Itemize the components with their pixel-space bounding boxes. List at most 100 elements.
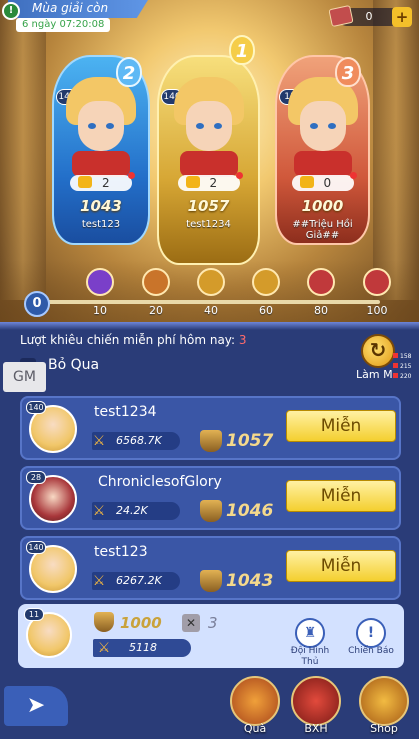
free-challenge-button[interactable]: Miễn	[286, 550, 396, 582]
card-icon	[197, 268, 225, 296]
season-timer: 6 ngày 07:20:08	[16, 18, 111, 32]
milestone-label: 20	[149, 304, 163, 317]
defense-lineup-label: Đội Hình Thủ	[290, 646, 330, 667]
swords-icon: ⚔	[99, 640, 110, 656]
podium-card-rank-1[interactable]: 140 2 1057 test1234	[157, 55, 260, 265]
trophy-score: 1043	[226, 571, 274, 591]
player-name: ##Triệu Hồi Giả##	[292, 219, 353, 241]
like-button[interactable]: 2	[70, 172, 135, 191]
level-badge: 140	[26, 401, 46, 414]
player-name: test1234	[186, 219, 231, 230]
refresh-label: Làm M	[356, 368, 393, 381]
opponent-row: 28 ChroniclesofGlory ⚔ 24.2K 1046 Miễn	[20, 466, 401, 530]
rank-3-badge: 3	[335, 57, 361, 87]
like-count: 2	[209, 176, 218, 190]
trophy-score: 1046	[226, 501, 274, 521]
gm-button[interactable]: GM	[3, 362, 46, 392]
opponent-name: test123	[94, 544, 148, 560]
milestone-reward[interactable]: 10	[80, 268, 120, 317]
free-challenges-count: 3	[238, 333, 247, 347]
card-icon	[252, 268, 280, 296]
season-title: Mùa giải còn	[32, 1, 109, 15]
pillar-left	[0, 0, 46, 300]
milestone-label: 10	[93, 304, 107, 317]
level-badge: 28	[26, 471, 46, 484]
gift-label: Quà	[243, 722, 267, 735]
like-count: 0	[323, 176, 332, 190]
free-challenges-label: Lượt khiêu chiến miễn phí hôm nay:	[20, 333, 236, 347]
like-button[interactable]: 2	[177, 172, 243, 191]
tower-icon: ♜	[295, 618, 325, 648]
battle-report-label: Chiến Báo	[348, 646, 394, 656]
report-icon: !	[356, 618, 386, 648]
milestone-reward[interactable]: 20	[136, 268, 176, 317]
swords-icon: ⚔	[94, 503, 105, 519]
battle-report-button[interactable]: ! Chiến Báo	[343, 618, 399, 657]
milestone-label: 80	[314, 304, 328, 317]
player-name: test123	[81, 219, 121, 230]
combat-power: ⚔ 5118	[93, 639, 191, 657]
trophy-score: 1057	[226, 431, 274, 451]
trophy-score: 1000	[301, 197, 344, 215]
milestone-label: 60	[259, 304, 273, 317]
like-button[interactable]: 0	[291, 172, 357, 191]
stat-value: 158	[393, 352, 417, 362]
free-challenge-button[interactable]: Miễn	[286, 480, 396, 512]
notification-dot	[235, 172, 243, 179]
my-arena-info: 11 1000 ✕ 3 ⚔ 5118 ♜ Đội Hình Thủ ! Chiến B…	[18, 604, 404, 668]
defense-lineup-button[interactable]: ♜ Đội Hình Thủ	[282, 618, 338, 668]
trophy-score: 1057	[187, 197, 230, 215]
notification-dot	[349, 172, 357, 179]
scroll-icon	[86, 268, 114, 296]
stat-value: 215	[393, 362, 417, 372]
milestone-label: 40	[204, 304, 218, 317]
trophy-score: 1043	[80, 197, 122, 215]
shop-chest-icon	[359, 676, 409, 726]
opponent-row: 140 test123 ⚔ 6267.2K 1043 Miễn	[20, 536, 401, 600]
shop-label: Shop	[370, 722, 398, 735]
thumbs-up-icon	[78, 176, 92, 188]
combat-power-value: 6568.7K	[116, 434, 162, 447]
refresh-icon[interactable]: ↻	[361, 334, 395, 368]
notification-dot	[128, 172, 135, 179]
trophy-icon	[200, 570, 222, 592]
ranking-button[interactable]: BXH	[288, 676, 344, 735]
milestone-reward[interactable]: 60	[246, 268, 286, 317]
milestone-label: 100	[366, 304, 388, 317]
combat-power: ⚔ 6267.2K	[92, 572, 180, 590]
crystal-icon	[307, 268, 335, 296]
gift-icon	[230, 676, 280, 726]
rank-2-badge: 2	[116, 57, 142, 87]
opponent-row: 140 test1234 ⚔ 6568.7K 1057 Miễn	[20, 396, 401, 460]
hero-portrait	[66, 77, 136, 177]
hero-portrait	[173, 77, 244, 177]
skip-label: Bỏ Qua	[48, 357, 100, 373]
crossed-swords-icon: ✕	[182, 614, 200, 632]
combat-power: ⚔ 6568.7K	[92, 432, 180, 450]
season-info: ! Mùa giải còn 6 ngày 07:20:08	[0, 0, 150, 34]
back-arrow-icon: ➤	[26, 693, 46, 718]
free-challenges-text: Lượt khiêu chiến miễn phí hôm nay: 3	[20, 333, 247, 347]
gift-button[interactable]: Quà	[227, 676, 283, 735]
level-badge: 140	[26, 541, 46, 554]
thumbs-up-icon	[185, 176, 200, 188]
trophy-icon	[200, 500, 222, 522]
milestone-reward[interactable]: 40	[191, 268, 231, 317]
like-count: 2	[102, 176, 110, 190]
combat-power: ⚔ 24.2K	[92, 502, 180, 520]
shop-button[interactable]: Shop	[356, 676, 412, 735]
my-trophy-score: 1000	[120, 614, 162, 632]
progress-start: 0	[24, 291, 50, 317]
trophy-icon	[200, 430, 222, 452]
my-challenge-count: 3	[208, 614, 218, 632]
thumbs-up-icon	[299, 176, 314, 188]
milestone-reward[interactable]: 100	[357, 268, 397, 317]
add-ticket-button[interactable]: +	[392, 7, 412, 27]
ranking-icon	[291, 676, 341, 726]
back-button[interactable]: ➤	[4, 686, 68, 726]
milestone-reward[interactable]: 80	[301, 268, 341, 317]
combat-power-value: 24.2K	[116, 504, 148, 517]
combat-power-value: 5118	[129, 641, 157, 654]
opponent-name: test1234	[94, 404, 157, 420]
free-challenge-button[interactable]: Miễn	[286, 410, 396, 442]
